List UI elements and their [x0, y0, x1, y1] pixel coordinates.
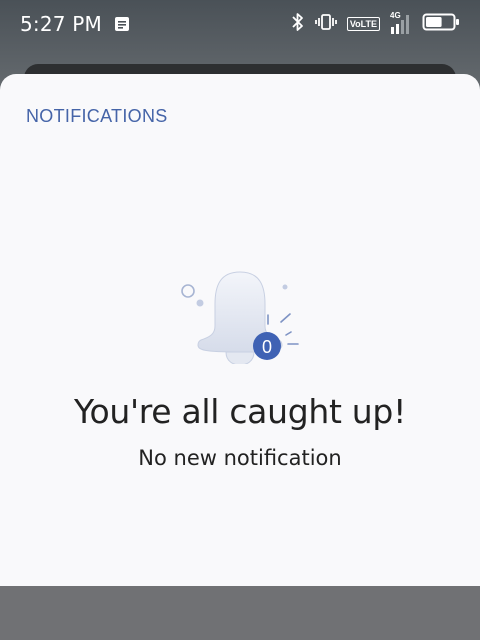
bottom-scrim [0, 586, 480, 640]
decor-ring-icon [181, 284, 195, 298]
panel-title: NOTIFICATIONS [26, 106, 168, 126]
status-bar: 5:27 PM VoLTE 4G [0, 0, 480, 48]
vibrate-icon [314, 13, 337, 36]
battery-icon [422, 12, 460, 37]
notifications-panel: NOTIFICATIONS 0 You're all caught up! No… [0, 74, 480, 586]
signal-icon: 4G [390, 11, 412, 35]
badge-count: 0 [262, 337, 272, 357]
status-time: 5:27 PM [20, 12, 102, 36]
decor-dot-icon [196, 299, 204, 307]
notification-badge: 0 [253, 332, 281, 360]
empty-state-headline: You're all caught up! [74, 392, 406, 431]
bluetooth-icon [291, 12, 305, 37]
empty-state-illustration: 0 [160, 234, 320, 366]
battery-fill [426, 16, 442, 27]
notes-icon [114, 16, 130, 32]
empty-state-subtext: No new notification [138, 446, 342, 470]
volte-icon: VoLTE [346, 17, 380, 31]
decor-dot-icon [282, 284, 288, 290]
